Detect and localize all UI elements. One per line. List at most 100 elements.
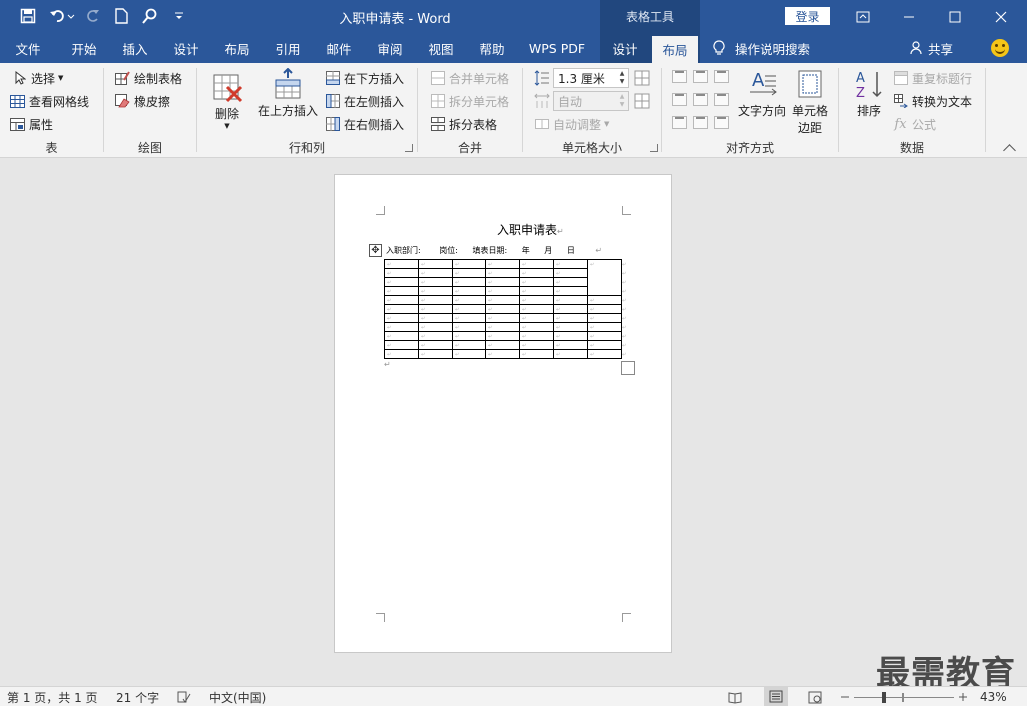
tab-design[interactable]: 设计 xyxy=(163,33,209,63)
svg-text:Z: Z xyxy=(856,86,865,100)
properties-button[interactable]: 属性 xyxy=(10,114,53,134)
insert-above-button[interactable]: 在上方插入 xyxy=(256,68,320,119)
tell-me-search[interactable]: 操作说明搜索 xyxy=(713,33,810,63)
zoom-in-icon[interactable] xyxy=(958,689,968,705)
spinner-icon[interactable]: ▲ ▼ xyxy=(618,70,626,86)
delete-button[interactable]: 删除 ▼ xyxy=(207,71,247,130)
insert-right-button[interactable]: 在右侧插入 xyxy=(325,114,404,134)
svg-text:↵: ↵ xyxy=(387,316,391,322)
cell-margins-icon xyxy=(798,70,822,98)
align-bottom-right-icon[interactable] xyxy=(714,116,729,129)
convert-to-text-button[interactable]: 转换为文本 xyxy=(893,91,972,111)
formula-button[interactable]: fx 公式 xyxy=(893,114,936,134)
table-move-handle-icon[interactable]: ✥ xyxy=(369,244,382,257)
split-cells-icon xyxy=(430,94,445,109)
tab-mailings[interactable]: 邮件 xyxy=(316,33,362,63)
svg-text:↵: ↵ xyxy=(556,271,560,277)
svg-text:↵: ↵ xyxy=(421,334,425,340)
svg-text:↵: ↵ xyxy=(455,316,459,322)
view-gridlines-button[interactable]: 查看网格线 xyxy=(10,91,89,111)
tab-file[interactable]: 文件 xyxy=(6,33,50,63)
svg-text:↵: ↵ xyxy=(488,307,492,313)
zoom-slider-thumb[interactable] xyxy=(882,691,886,703)
select-button[interactable]: 选择 ▼ xyxy=(12,68,63,88)
merge-cells-button[interactable]: 合并单元格 xyxy=(430,68,509,88)
align-top-right-icon[interactable] xyxy=(714,70,729,83)
split-cells-button[interactable]: 拆分单元格 xyxy=(430,91,509,111)
svg-text:↵: ↵ xyxy=(522,325,526,331)
spinner-icon[interactable]: ▲ ▼ xyxy=(618,93,626,109)
print-layout-icon[interactable] xyxy=(764,687,788,706)
autofit-button[interactable]: 自动调整 ▼ xyxy=(534,114,609,134)
document-heading[interactable]: 入职申请表↵ xyxy=(497,221,564,238)
tab-help[interactable]: 帮助 xyxy=(469,33,515,63)
minimize-icon[interactable] xyxy=(886,0,932,33)
repeat-header-icon xyxy=(893,71,908,86)
zoom-slider[interactable] xyxy=(854,689,954,705)
tab-view[interactable]: 视图 xyxy=(418,33,464,63)
tab-home[interactable]: 开始 xyxy=(60,33,108,63)
svg-text:↵: ↵ xyxy=(522,271,526,277)
svg-text:↵: ↵ xyxy=(590,352,594,358)
draw-table-button[interactable]: 绘制表格 xyxy=(115,68,182,88)
cell-size-dialog-launcher-icon[interactable] xyxy=(650,144,658,152)
row-height-input[interactable]: 1.3 厘米 ▲ ▼ xyxy=(553,68,629,88)
repeat-header-rows-button[interactable]: 重复标题行 xyxy=(893,68,972,88)
insert-left-button[interactable]: 在左侧插入 xyxy=(325,91,404,111)
web-layout-icon[interactable] xyxy=(808,689,822,705)
tab-references[interactable]: 引用 xyxy=(265,33,311,63)
gridlines-icon xyxy=(10,94,25,109)
distribute-columns-icon[interactable] xyxy=(634,93,650,112)
language-indicator[interactable]: 中文(中国) xyxy=(209,689,266,705)
table-resize-handle-icon[interactable] xyxy=(621,361,635,375)
word-count[interactable]: 21 个字 xyxy=(116,689,159,705)
application-table[interactable]: ↵ ↵ ↵ ↵ ↵ ↵ ↵ ↵ ↵ ↵ ↵ ↵ ↵ ↵ ↵ ↵ ↵ ↵ ↵ ↵ ↵ ↵ ↵ ↵ ↵ ↵ ↵ ↵ ↵ ↵ ↵ ↵ ↵ ↵ ↵… xyxy=(384,259,626,363)
split-cells-label: 拆分单元格 xyxy=(449,94,510,109)
read-mode-icon[interactable] xyxy=(728,689,742,705)
repeat-header-label: 重复标题行 xyxy=(912,71,973,86)
text-direction-button[interactable]: A 文字方向 xyxy=(737,68,787,119)
zoom-midpoint-tick xyxy=(902,692,904,702)
paragraph-mark: ↵ xyxy=(384,360,391,369)
svg-text:↵: ↵ xyxy=(590,325,594,331)
maximize-icon[interactable] xyxy=(932,0,978,33)
tab-table-layout[interactable]: 布局 xyxy=(652,36,698,63)
column-width-input[interactable]: 自动 ▲ ▼ xyxy=(553,91,629,111)
cell-margins-button[interactable]: 单元格 边距 xyxy=(790,68,830,136)
tab-wps-pdf[interactable]: WPS PDF xyxy=(522,33,592,63)
svg-text:↵: ↵ xyxy=(556,280,560,286)
login-button[interactable]: 登录 xyxy=(785,7,830,25)
insert-below-button[interactable]: 在下方插入 xyxy=(325,68,404,88)
eraser-button[interactable]: 橡皮擦 xyxy=(115,91,170,111)
proofing-icon[interactable] xyxy=(177,689,191,705)
department-label: 入职部门: xyxy=(386,246,421,255)
autofit-label: 自动调整 xyxy=(553,117,602,132)
align-top-left-icon[interactable] xyxy=(672,70,687,83)
share-button[interactable]: 共享 xyxy=(910,33,953,63)
close-icon[interactable] xyxy=(978,0,1024,33)
page-count[interactable]: 第 1 页，共 1 页 xyxy=(7,689,98,705)
split-table-button[interactable]: 拆分表格 xyxy=(430,114,497,134)
zoom-out-icon[interactable] xyxy=(840,689,850,705)
autofit-icon xyxy=(534,117,549,132)
feedback-smiley-icon[interactable] xyxy=(991,39,1009,57)
align-middle-right-icon[interactable] xyxy=(714,93,729,106)
align-bottom-left-icon[interactable] xyxy=(672,116,687,129)
align-bottom-center-icon[interactable] xyxy=(693,116,708,129)
svg-text:↵: ↵ xyxy=(421,280,425,286)
tab-insert[interactable]: 插入 xyxy=(112,33,158,63)
tab-table-design[interactable]: 设计 xyxy=(600,33,650,63)
formula-label: 公式 xyxy=(912,117,937,132)
ribbon-display-options-icon[interactable] xyxy=(840,0,886,33)
form-info-line[interactable]: 入职部门: 岗位: 填表日期: 年 月 日 ↵ xyxy=(386,245,602,256)
sort-button[interactable]: AZ 排序 xyxy=(853,68,885,119)
distribute-rows-icon[interactable] xyxy=(634,70,650,89)
align-top-center-icon[interactable] xyxy=(693,70,708,83)
align-middle-center-icon[interactable] xyxy=(693,93,708,106)
zoom-level[interactable]: 43% xyxy=(980,689,1007,705)
tab-review[interactable]: 审阅 xyxy=(367,33,413,63)
rows-columns-dialog-launcher-icon[interactable] xyxy=(405,144,413,152)
align-middle-left-icon[interactable] xyxy=(672,93,687,106)
tab-layout[interactable]: 布局 xyxy=(214,33,260,63)
svg-text:↵: ↵ xyxy=(590,262,594,268)
